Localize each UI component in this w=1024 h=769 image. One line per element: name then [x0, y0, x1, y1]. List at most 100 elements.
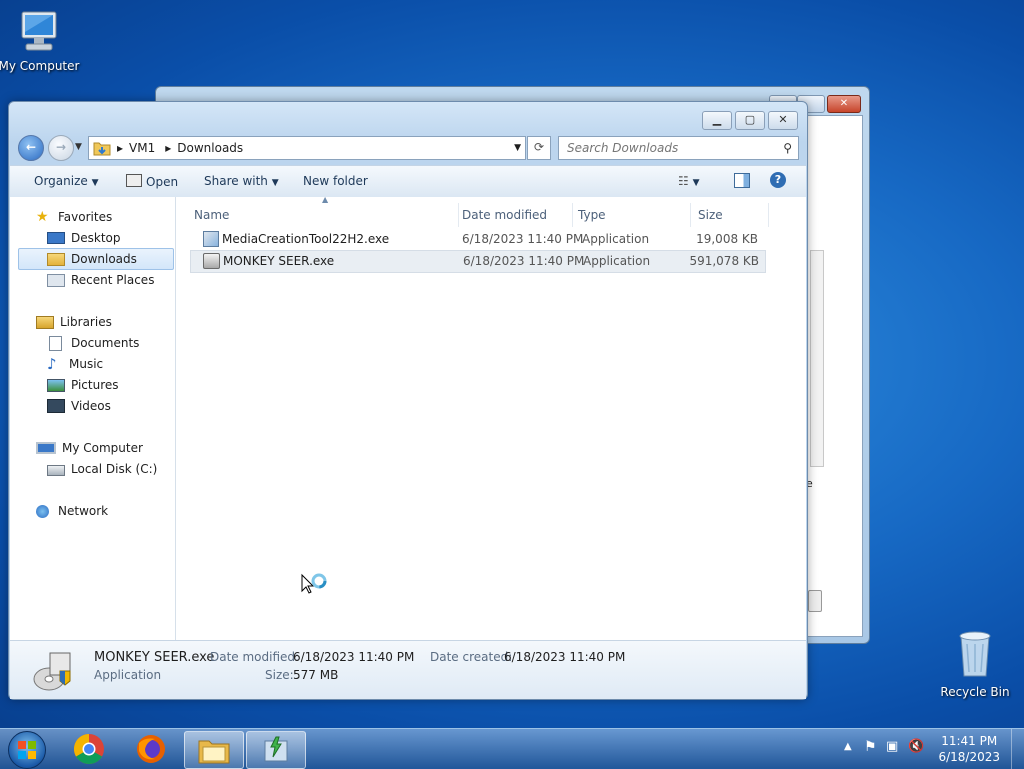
- taskbar-firefox[interactable]: [122, 731, 180, 767]
- details-date-created: 6/18/2023 11:40 PM: [504, 650, 626, 664]
- refresh-button[interactable]: ⟳: [527, 136, 551, 160]
- desktop-icon-label: My Computer: [0, 59, 80, 73]
- column-header-name[interactable]: Name: [184, 203, 459, 227]
- file-row-monkey-seer[interactable]: MONKEY SEER.exe 6/18/2023 11:40 PM Appli…: [190, 250, 766, 273]
- details-size-label: Size:: [265, 668, 294, 682]
- firefox-icon: [137, 735, 165, 763]
- help-icon: ?: [770, 172, 786, 188]
- file-date: 6/18/2023 11:40 PM: [463, 254, 585, 268]
- file-name: MediaCreationTool22H2.exe: [222, 232, 390, 246]
- chevron-down-icon: ▼: [271, 178, 279, 188]
- file-name: MONKEY SEER.exe: [223, 254, 335, 268]
- computer-icon: [21, 11, 57, 51]
- help-button[interactable]: ?: [770, 172, 786, 188]
- forward-button[interactable]: →: [48, 135, 74, 161]
- taskbar-chrome[interactable]: [60, 731, 118, 767]
- back-arrow-icon: ←: [25, 140, 37, 154]
- chevron-down-icon: ▼: [75, 142, 82, 152]
- explorer-window[interactable]: ▁ ▢ ✕ ← → ▼ ▸ VM1 ▸ Downloads ▼ ⟳ ⚲ Orga…: [8, 101, 808, 700]
- view-list-icon: ☷: [678, 174, 689, 188]
- details-date-created-label: Date created:: [430, 650, 513, 664]
- sidebar-item-my-computer[interactable]: My Computer: [36, 438, 196, 458]
- search-icon: ⚲: [783, 141, 792, 155]
- address-bar[interactable]: ▸ VM1 ▸ Downloads ▼: [88, 136, 526, 160]
- sidebar-item-network[interactable]: Network: [36, 501, 196, 521]
- open-button[interactable]: Open: [126, 174, 178, 189]
- bg-button[interactable]: [808, 590, 822, 612]
- installer-large-icon: [33, 652, 71, 691]
- taskbar-setup[interactable]: [246, 731, 306, 769]
- command-bar: Organize ▼ Open Share with ▼ New folder …: [10, 165, 806, 198]
- details-date-modified-label: Date modified:: [210, 650, 300, 664]
- show-hidden-icons-button[interactable]: ▲: [844, 741, 852, 752]
- recent-pages-dropdown[interactable]: ▼: [75, 142, 82, 152]
- documents-icon: [49, 335, 62, 351]
- desktop-icon-my-computer[interactable]: My Computer: [0, 10, 84, 73]
- music-note-icon: ♪: [47, 355, 57, 373]
- file-size: 591,078 KB: [689, 254, 759, 268]
- file-list: ▲ Name Date modified Type Size MediaCrea…: [176, 195, 806, 640]
- action-center-flag-icon[interactable]: ⚑: [864, 739, 877, 755]
- libraries-icon: [36, 315, 54, 329]
- installer-app-icon: [203, 253, 220, 269]
- hard-drive-icon: [47, 465, 65, 476]
- setup-app-icon: [264, 736, 288, 762]
- preview-pane-button[interactable]: [734, 173, 750, 191]
- taskbar: ▲ ⚑ ▣ 🔇 11:41 PM 6/18/2023: [0, 728, 1024, 769]
- setup-app-icon: [203, 231, 219, 247]
- breadcrumb-separator-icon: ▸: [117, 141, 124, 155]
- videos-icon: [47, 399, 65, 413]
- bg-close-button[interactable]: ✕: [827, 95, 861, 113]
- show-desktop-button[interactable]: [1011, 729, 1024, 769]
- maximize-button[interactable]: ▢: [735, 111, 765, 130]
- folder-icon: [198, 740, 230, 764]
- column-header-size[interactable]: Size: [692, 203, 769, 227]
- folder-download-icon: [93, 142, 111, 156]
- volume-muted-icon[interactable]: 🔇: [908, 739, 924, 754]
- clock-date: 6/18/2023: [938, 750, 1000, 764]
- chevron-down-icon: ▼: [692, 178, 700, 188]
- address-dropdown-icon[interactable]: ▼: [514, 143, 521, 153]
- breadcrumb-downloads[interactable]: Downloads: [177, 141, 243, 155]
- desktop-icon-label: Recycle Bin: [940, 685, 1010, 699]
- file-date: 6/18/2023 11:40 PM: [462, 232, 584, 246]
- share-with-button[interactable]: Share with ▼: [204, 174, 279, 188]
- bg-scrollbar[interactable]: [810, 250, 824, 467]
- search-input[interactable]: [565, 140, 784, 156]
- sidebar-item-favorites[interactable]: ★ Favorites: [36, 207, 196, 227]
- windows-logo-icon: [18, 741, 36, 759]
- chevron-down-icon: ▼: [91, 178, 99, 188]
- computer-icon: [36, 442, 56, 454]
- file-row-mediacreationtool[interactable]: MediaCreationTool22H2.exe 6/18/2023 11:4…: [190, 229, 764, 250]
- details-size: 577 MB: [293, 668, 339, 682]
- column-header-date-modified[interactable]: Date modified: [458, 203, 573, 227]
- file-size: 19,008 KB: [696, 232, 758, 246]
- open-app-icon: [126, 174, 142, 187]
- desktop-icon-recycle-bin[interactable]: Recycle Bin: [930, 630, 1020, 699]
- preview-pane-icon: [734, 173, 750, 188]
- back-button[interactable]: ←: [18, 135, 44, 161]
- close-icon: ✕: [839, 98, 849, 109]
- breadcrumb-separator-icon: ▸: [165, 141, 172, 155]
- start-button[interactable]: [8, 731, 46, 769]
- sidebar-item-downloads[interactable]: Downloads: [18, 248, 174, 270]
- network-status-icon[interactable]: ▣: [886, 739, 898, 754]
- new-folder-button[interactable]: New folder: [303, 174, 368, 188]
- details-date-modified: 6/18/2023 11:40 PM: [293, 650, 415, 664]
- clock[interactable]: 11:41 PM 6/18/2023: [938, 733, 1000, 765]
- organize-button[interactable]: Organize ▼: [34, 174, 99, 188]
- recent-places-icon: [47, 273, 65, 287]
- details-pane: MONKEY SEER.exe Application Date modifie…: [10, 640, 806, 699]
- desktop-icon: [47, 232, 65, 244]
- close-button[interactable]: ✕: [768, 111, 798, 130]
- sidebar-item-libraries[interactable]: Libraries: [36, 312, 196, 332]
- column-header-type[interactable]: Type: [574, 203, 691, 227]
- taskbar-explorer[interactable]: [184, 731, 244, 769]
- search-box[interactable]: ⚲: [558, 136, 799, 160]
- breadcrumb-vm1[interactable]: VM1: [129, 141, 155, 155]
- minimize-button[interactable]: ▁: [702, 111, 732, 130]
- change-view-button[interactable]: ☷ ▼: [678, 174, 700, 188]
- system-tray: ▲ ⚑ ▣ 🔇 11:41 PM 6/18/2023: [834, 729, 1024, 769]
- forward-arrow-icon: →: [55, 140, 67, 154]
- star-icon: ★: [36, 209, 49, 225]
